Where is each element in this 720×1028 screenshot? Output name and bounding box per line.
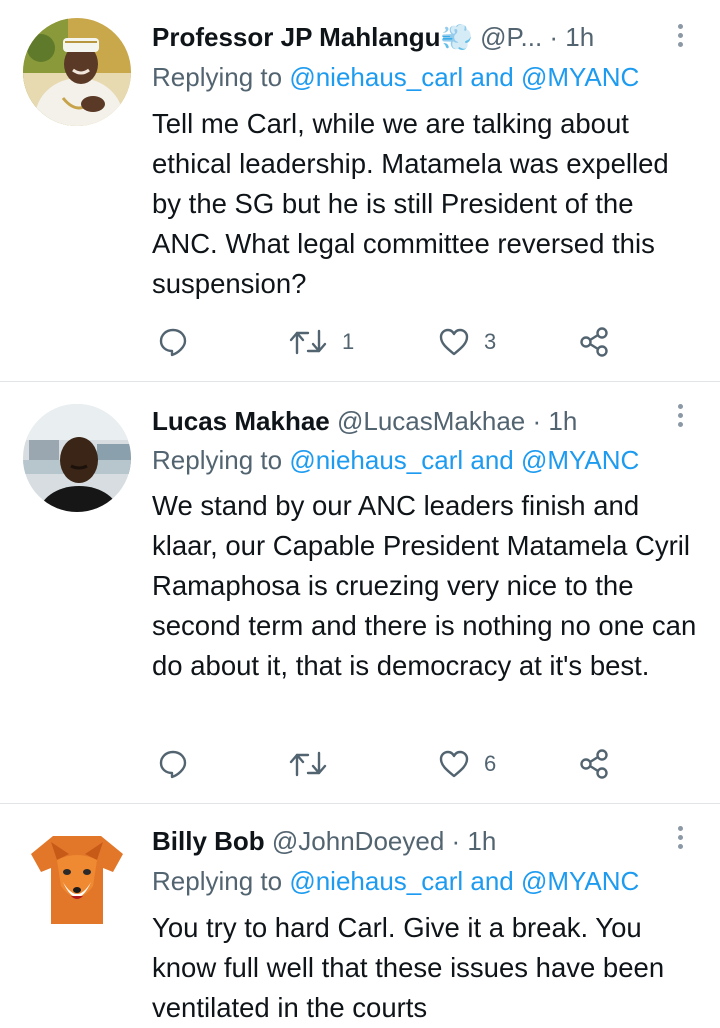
replying-to-label: Replying to: [152, 62, 290, 92]
more-options-icon[interactable]: [676, 404, 684, 434]
separator-dot: ·: [542, 22, 566, 52]
tweet[interactable]: Billy Bob @JohnDoeyed · 1h Replying to @…: [0, 804, 720, 1026]
replying-to: Replying to @niehaus_carl and @MYANC: [152, 442, 639, 478]
reply-button[interactable]: [158, 744, 188, 784]
timestamp[interactable]: 1h: [565, 22, 594, 52]
avatar[interactable]: [23, 404, 131, 512]
heart-icon: [439, 750, 469, 778]
share-button[interactable]: [579, 744, 609, 784]
display-name[interactable]: Professor JP Mahlangu: [152, 22, 441, 52]
tweet-text: Tell me Carl, while we are talking about…: [152, 108, 669, 299]
tweet-header: Lucas Makhae @LucasMakhae · 1h: [152, 403, 720, 439]
timestamp[interactable]: 1h: [467, 826, 496, 856]
reply-button[interactable]: [158, 322, 188, 362]
display-name[interactable]: Billy Bob: [152, 826, 265, 856]
like-count: 6: [484, 751, 497, 776]
replying-to-label: Replying to: [152, 445, 290, 475]
heart-icon: [439, 328, 469, 356]
display-name[interactable]: Lucas Makhae: [152, 406, 330, 436]
replying-to: Replying to @niehaus_carl and @MYANC: [152, 863, 639, 899]
user-handle[interactable]: @P...: [480, 22, 542, 52]
separator-dot: ·: [444, 826, 468, 856]
like-count: 3: [484, 329, 497, 354]
reply-mentions-link[interactable]: @niehaus_carl and @MYANC: [289, 866, 639, 896]
like-button[interactable]: 6: [438, 744, 496, 784]
retweet-button[interactable]: 1: [288, 322, 354, 362]
reply-icon: [159, 750, 187, 779]
retweet-button[interactable]: [288, 744, 328, 784]
avatar[interactable]: [23, 824, 131, 932]
tweet-header: Professor JP Mahlangu💨 @P... · 1h: [152, 19, 720, 55]
tweet-header: Billy Bob @JohnDoeyed · 1h: [152, 823, 720, 859]
replying-to-label: Replying to: [152, 866, 290, 896]
like-button[interactable]: 3: [438, 322, 496, 362]
share-icon: [580, 749, 608, 779]
more-options-icon[interactable]: [676, 24, 684, 54]
reply-icon: [159, 328, 187, 357]
retweet-icon: [289, 329, 327, 355]
tweet-actions: 1 3: [152, 322, 632, 362]
reply-mentions-link[interactable]: @niehaus_carl and @MYANC: [289, 62, 639, 92]
more-options-icon[interactable]: [676, 826, 684, 856]
timestamp[interactable]: 1h: [548, 406, 577, 436]
tweet[interactable]: Professor JP Mahlangu💨 @P... · 1h Replyi…: [0, 0, 720, 382]
retweet-count: 1: [342, 329, 355, 354]
tweet-text: You try to hard Carl. Give it a break. Y…: [152, 912, 665, 1023]
separator-dot: ·: [525, 406, 549, 436]
user-handle[interactable]: @JohnDoeyed: [272, 826, 444, 856]
retweet-icon: [289, 751, 327, 777]
reply-mentions-link[interactable]: @niehaus_carl and @MYANC: [289, 445, 639, 475]
avatar[interactable]: [23, 18, 131, 126]
share-button[interactable]: [579, 322, 609, 362]
user-handle[interactable]: @LucasMakhae: [337, 406, 525, 436]
tweet[interactable]: Lucas Makhae @LucasMakhae · 1h Replying …: [0, 382, 720, 804]
emoji: 💨: [440, 22, 473, 52]
replying-to: Replying to @niehaus_carl and @MYANC: [152, 59, 639, 95]
tweet-text: We stand by our ANC leaders finish and k…: [152, 490, 697, 681]
share-icon: [580, 327, 608, 357]
tweet-actions: 6: [152, 744, 632, 784]
